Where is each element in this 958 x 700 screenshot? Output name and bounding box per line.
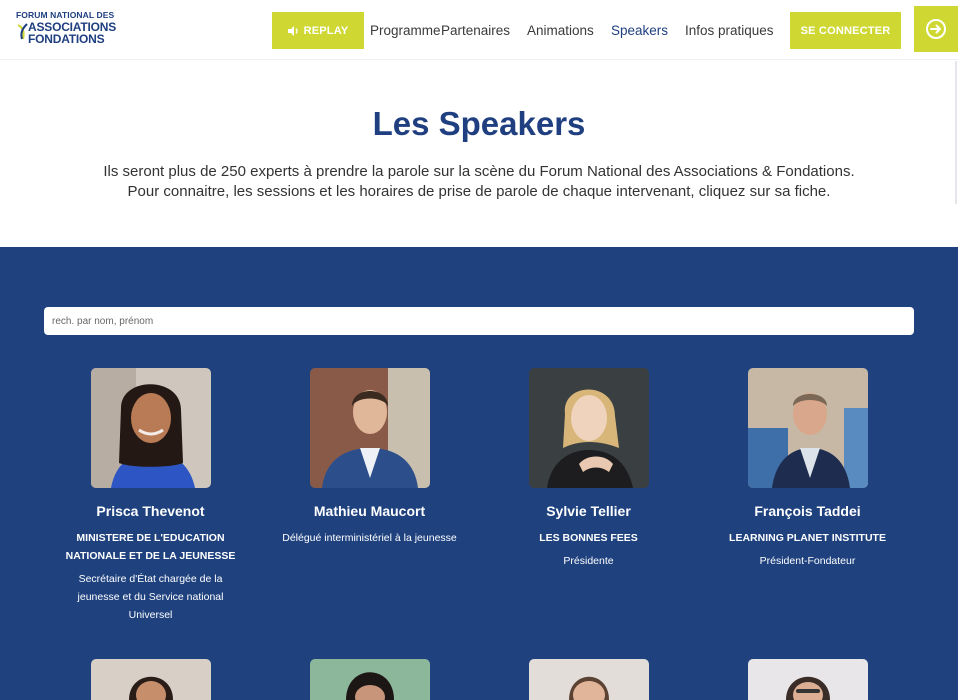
speaker-name: Prisca Thevenot [96,503,205,519]
speaker-role: Délégué interministériel à la jeunesse [282,532,457,544]
speaker-organisation: LEARNING PLANET INSTITUTE [729,532,886,544]
nav-item-animations[interactable]: Animations [527,23,594,38]
speaker-role: Président-Fondateur [759,555,856,567]
speaker-photo[interactable] [91,368,211,488]
nav-item-infos-pratiques[interactable]: Infos pratiques [685,23,774,38]
page-title: Les Speakers [372,105,586,142]
intro-text-line2: Pour connaitre, les sessions et les hora… [127,183,831,200]
speaker-name: Sylvie Tellier [546,503,631,519]
intro-section [0,61,958,246]
site-logo[interactable]: FORUM NATIONAL DES ASSOCIATIONS FONDATIO… [16,11,126,47]
logo-mark-icon [17,23,28,40]
connect-button[interactable]: SE CONNECTER [790,12,901,49]
nav-item-partenaires[interactable]: Partenaires [441,23,510,38]
speaker-photo[interactable] [529,659,649,700]
logo-text-line3: FONDATIONS [28,31,105,46]
speaker-photo[interactable] [91,659,211,700]
speaker-photo[interactable] [310,368,430,488]
speaker-role: Universel [128,609,173,621]
replay-label: REPLAY [303,24,349,37]
logo-text-line2: ASSOCIATIONS [28,19,117,34]
speaker-organisation: MINISTERE DE L'EDUCATION [76,532,225,544]
login-button[interactable] [914,6,958,52]
speaker-role: Présidente [563,555,614,567]
speaker-photo[interactable] [310,659,430,700]
speaker-role: jeunesse et du Service national [77,591,224,603]
login-arrow-icon [926,19,946,39]
speaker-photo[interactable] [748,368,868,488]
site-header: FORUM NATIONAL DES ASSOCIATIONS FONDATIO… [0,0,958,60]
speaker-role: Secrétaire d'État chargée de la [78,573,223,585]
speaker-photo[interactable] [748,659,868,700]
intro-text-line1: Ils seront plus de 250 experts à prendre… [103,163,855,180]
logo-text-line1: FORUM NATIONAL DES [16,10,115,20]
nav-item-programme[interactable]: Programme [370,23,441,38]
speaker-icon [287,25,299,36]
speaker-photo[interactable] [529,368,649,488]
speaker-name: François Taddei [754,503,861,519]
search-input[interactable] [44,307,914,335]
speaker-organisation: NATIONALE ET DE LA JEUNESSE [65,550,236,562]
speaker-name: Mathieu Maucort [313,503,426,519]
nav-item-speakers[interactable]: Speakers [611,23,668,38]
speaker-organisation: LES BONNES FEES [539,532,638,544]
replay-button[interactable]: REPLAY [272,12,364,49]
